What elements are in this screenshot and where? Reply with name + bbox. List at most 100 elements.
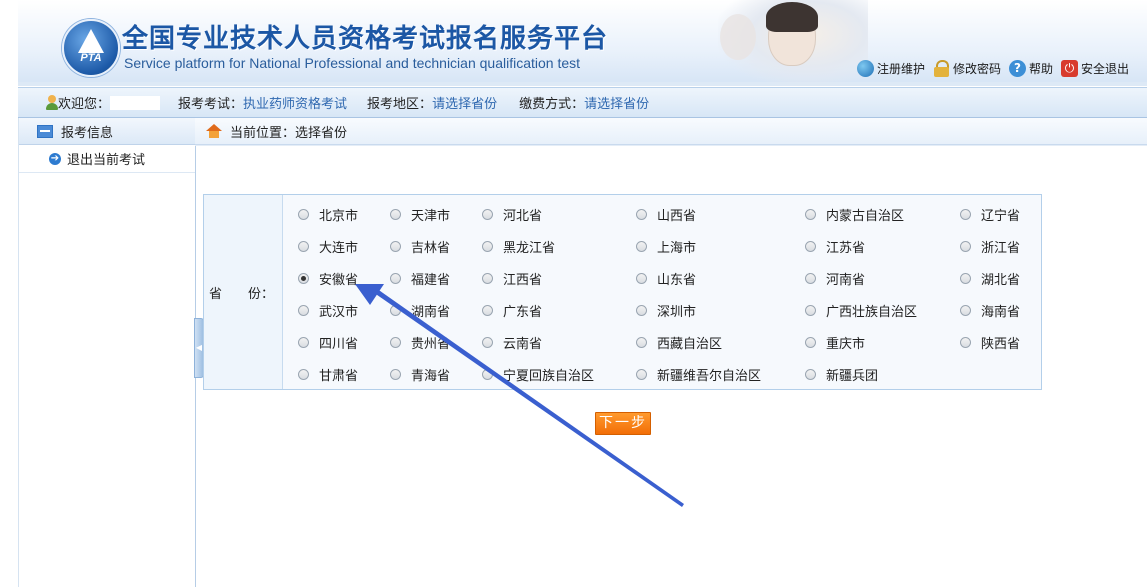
province-option[interactable]: 青海省 xyxy=(390,365,450,384)
province-option[interactable]: 贵州省 xyxy=(390,333,450,352)
user-icon xyxy=(45,95,58,110)
breadcrumb: 当前位置：选择省份 xyxy=(195,118,1147,145)
province-radio[interactable] xyxy=(805,273,816,284)
province-option[interactable]: 河北省 xyxy=(482,205,542,224)
province-option-label: 内蒙古自治区 xyxy=(826,209,905,224)
province-radio[interactable] xyxy=(636,337,647,348)
province-radio[interactable] xyxy=(482,273,493,284)
help-icon: ? xyxy=(1008,60,1026,77)
province-option[interactable]: 浙江省 xyxy=(960,237,1020,256)
province-option[interactable]: 北京市 xyxy=(298,205,358,224)
province-radio[interactable] xyxy=(482,305,493,316)
province-option[interactable]: 深圳市 xyxy=(636,301,696,320)
province-radio[interactable] xyxy=(390,337,401,348)
province-option[interactable]: 内蒙古自治区 xyxy=(805,205,904,224)
province-option-label: 山西省 xyxy=(657,209,697,224)
province-radio[interactable] xyxy=(636,241,647,252)
province-radio[interactable] xyxy=(298,241,309,252)
province-option[interactable]: 江西省 xyxy=(482,269,542,288)
province-radio[interactable] xyxy=(805,337,816,348)
province-option[interactable]: 广东省 xyxy=(482,301,542,320)
masked-username xyxy=(110,95,161,110)
province-option[interactable]: 新疆兵团 xyxy=(805,365,878,384)
province-option[interactable]: 福建省 xyxy=(390,269,450,288)
province-radio[interactable] xyxy=(960,273,971,284)
province-option-label: 福建省 xyxy=(411,273,451,288)
province-option[interactable]: 武汉市 xyxy=(298,301,358,320)
province-radio[interactable] xyxy=(482,369,493,380)
header-links: 注册维护 修改密码 ? 帮助 ⏻ 安全退出 xyxy=(856,60,1129,77)
province-radio[interactable] xyxy=(482,241,493,252)
province-option[interactable]: 大连市 xyxy=(298,237,358,256)
help-link[interactable]: ? 帮助 xyxy=(1008,60,1053,77)
province-option-label: 上海市 xyxy=(657,241,697,256)
province-option[interactable]: 云南省 xyxy=(482,333,542,352)
province-radio[interactable] xyxy=(805,241,816,252)
change-password-link[interactable]: 修改密码 xyxy=(933,60,1001,77)
province-option[interactable]: 山西省 xyxy=(636,205,696,224)
province-option[interactable]: 陕西省 xyxy=(960,333,1020,352)
province-option[interactable]: 黑龙江省 xyxy=(482,237,555,256)
province-radio[interactable] xyxy=(390,273,401,284)
sidebar-item-exit-exam[interactable]: ➔ 退出当前考试 xyxy=(19,145,195,173)
province-radio[interactable] xyxy=(636,369,647,380)
province-radio[interactable] xyxy=(390,241,401,252)
province-option[interactable]: 海南省 xyxy=(960,301,1020,320)
province-radio[interactable] xyxy=(805,305,816,316)
province-radio[interactable] xyxy=(805,369,816,380)
province-radio[interactable] xyxy=(298,337,309,348)
province-radio[interactable] xyxy=(298,305,309,316)
province-radio[interactable] xyxy=(390,369,401,380)
province-option[interactable]: 四川省 xyxy=(298,333,358,352)
province-radio[interactable] xyxy=(636,209,647,220)
province-option[interactable]: 新疆维吾尔自治区 xyxy=(636,365,761,384)
province-radio[interactable] xyxy=(960,337,971,348)
province-option-label: 新疆维吾尔自治区 xyxy=(657,369,762,384)
province-option-label: 河北省 xyxy=(503,209,543,224)
province-option-label: 云南省 xyxy=(503,337,543,352)
province-option-label: 辽宁省 xyxy=(981,209,1021,224)
province-radio[interactable] xyxy=(805,209,816,220)
province-radio[interactable] xyxy=(298,209,309,220)
province-option[interactable]: 河南省 xyxy=(805,269,865,288)
exam-label: 报考考试： xyxy=(178,97,244,112)
province-radio[interactable] xyxy=(298,273,309,284)
province-option[interactable]: 甘肃省 xyxy=(298,365,358,384)
province-radio[interactable] xyxy=(960,305,971,316)
province-form: 省 份： 北京市 天津市 河北省 山西省 内蒙古自治区 辽宁省 大连市 吉林省 黑龙江省 上海市江… xyxy=(203,194,1042,390)
province-radio[interactable] xyxy=(636,305,647,316)
province-option[interactable]: 广西壮族自治区 xyxy=(805,301,917,320)
province-radio[interactable] xyxy=(390,209,401,220)
province-option[interactable]: 宁夏回族自治区 xyxy=(482,365,594,384)
province-option-label: 海南省 xyxy=(981,305,1021,320)
register-maintain-link[interactable]: 注册维护 xyxy=(856,60,925,77)
province-radio[interactable] xyxy=(298,369,309,380)
next-step-button[interactable]: 下一步 xyxy=(595,412,651,435)
logout-link[interactable]: ⏻ 安全退出 xyxy=(1060,60,1129,77)
logo-triangle-icon xyxy=(78,29,104,53)
province-option[interactable]: 湖北省 xyxy=(960,269,1020,288)
province-option[interactable]: 湖南省 xyxy=(390,301,450,320)
power-icon: ⏻ xyxy=(1060,60,1078,77)
province-option[interactable]: 西藏自治区 xyxy=(636,333,722,352)
province-option-label: 重庆市 xyxy=(826,337,866,352)
province-option-label: 湖南省 xyxy=(411,305,451,320)
province-option-label: 青海省 xyxy=(411,369,451,384)
site-subtitle: Service platform for National Profession… xyxy=(124,55,581,71)
province-option[interactable]: 上海市 xyxy=(636,237,696,256)
province-option[interactable]: 天津市 xyxy=(390,205,450,224)
province-option[interactable]: 辽宁省 xyxy=(960,205,1020,224)
province-option[interactable]: 江苏省 xyxy=(805,237,865,256)
province-radio[interactable] xyxy=(960,241,971,252)
province-radio[interactable] xyxy=(482,209,493,220)
province-radio[interactable] xyxy=(390,305,401,316)
globe-icon xyxy=(856,60,874,77)
province-option-label: 天津市 xyxy=(411,209,451,224)
province-radio[interactable] xyxy=(636,273,647,284)
province-radio[interactable] xyxy=(482,337,493,348)
province-option[interactable]: 山东省 xyxy=(636,269,696,288)
province-option[interactable]: 安徽省 xyxy=(298,269,358,288)
province-option[interactable]: 重庆市 xyxy=(805,333,865,352)
province-radio[interactable] xyxy=(960,209,971,220)
province-option[interactable]: 吉林省 xyxy=(390,237,450,256)
